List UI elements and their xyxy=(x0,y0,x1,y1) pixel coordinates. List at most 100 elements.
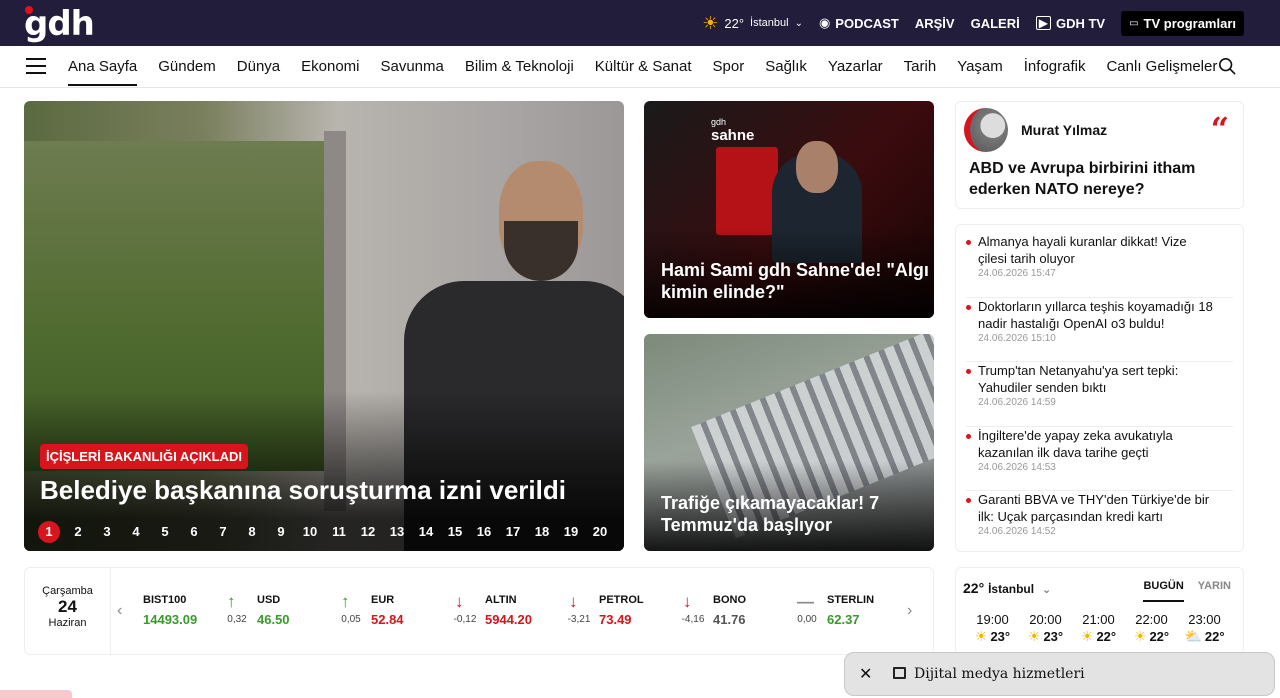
nav-item[interactable]: Tarih xyxy=(904,46,937,88)
pager-dot[interactable]: 12 xyxy=(357,521,379,543)
ticker-item[interactable]: BONO 41.76 — 0,00 xyxy=(713,592,827,632)
nav-item[interactable]: Savunma xyxy=(380,46,443,88)
pager-dot[interactable]: 1 xyxy=(38,521,60,543)
pager-dot[interactable]: 8 xyxy=(241,521,263,543)
arrow-flat-icon: — xyxy=(797,592,814,611)
news-card-sahne[interactable]: gdh sahne Hami Sami gdh Sahne'de! "Algı … xyxy=(644,101,934,318)
pager-dot[interactable]: 16 xyxy=(473,521,495,543)
gallery-link[interactable]: GALERİ xyxy=(971,16,1020,31)
ticker-change: -3,21 xyxy=(567,614,591,625)
ticker-item[interactable]: USD 46.50 ↑ 0,05 xyxy=(257,592,371,632)
ticker-value: 73.49 xyxy=(599,612,632,627)
nav-item[interactable]: Dünya xyxy=(237,46,280,88)
arrow-up-icon: ↑ xyxy=(341,592,350,611)
pager-dot[interactable]: 3 xyxy=(96,521,118,543)
nav-item[interactable]: Spor xyxy=(713,46,745,88)
ticker-item[interactable]: STERLIN 62.37 xyxy=(827,592,874,632)
pager-dot[interactable]: 13 xyxy=(386,521,408,543)
ticker-item[interactable]: BIST100 14493.09 ↑ 0,32 xyxy=(143,592,257,632)
chevron-left-icon[interactable]: ‹ xyxy=(117,602,122,620)
list-item[interactable]: Almanya hayali kuranlar dikkat! Vize çil… xyxy=(966,233,1233,298)
pager-dot[interactable]: 18 xyxy=(531,521,553,543)
tv-programs-button[interactable]: ▭ TV programları xyxy=(1121,10,1244,36)
ticker-label: ALTIN xyxy=(485,594,517,606)
menu-icon[interactable] xyxy=(26,58,46,74)
list-item[interactable]: Doktorların yıllarca teşhis koyamadığı 1… xyxy=(966,298,1233,362)
pager-dot[interactable]: 15 xyxy=(444,521,466,543)
ticker-list: BIST100 14493.09 ↑ 0,32 USD 46.50 ↑ 0,05 EUR 52.8… xyxy=(143,592,874,632)
nav-item[interactable]: Ana Sayfa xyxy=(68,46,138,88)
hour-forecast: 19:00 ☀ 23° xyxy=(966,612,1019,645)
news-title: Doktorların yıllarca teşhis koyamadığı 1… xyxy=(978,298,1213,331)
podcast-link[interactable]: ◉ PODCAST xyxy=(819,15,899,31)
hour-label: 20:00 xyxy=(1029,612,1062,627)
sun-icon: ☀ xyxy=(702,12,719,33)
tab-tomorrow[interactable]: YARIN xyxy=(1198,580,1231,602)
pager-dot[interactable]: 10 xyxy=(299,521,321,543)
hour-label: 19:00 xyxy=(976,612,1009,627)
nav-item[interactable]: Canlı Gelişmeler xyxy=(1106,46,1217,88)
podcast-icon: ◉ xyxy=(818,15,831,30)
avatar xyxy=(964,108,1008,152)
nav-item[interactable]: Kültür & Sanat xyxy=(595,46,692,88)
top-weather[interactable]: ☀ 22° İstanbul ⌄ xyxy=(702,13,803,34)
quote-icon: “ xyxy=(1210,110,1229,148)
author-column-card[interactable]: Murat Yılmaz “ ABD ve Avrupa birbirini i… xyxy=(955,101,1244,209)
news-card-traffic[interactable]: Trafiğe çıkamayacaklar! 7 Temmuz'da başl… xyxy=(644,334,934,551)
pager-dot[interactable]: 7 xyxy=(212,521,234,543)
hour-forecast: 21:00 ☀ 22° xyxy=(1072,612,1125,645)
nav-item[interactable]: Bilim & Teknoloji xyxy=(465,46,574,88)
nav-item[interactable]: Sağlık xyxy=(765,46,807,88)
list-item[interactable]: Trump'tan Netanyahu'ya sert tepki: Yahud… xyxy=(966,362,1233,427)
pager-dot[interactable]: 2 xyxy=(67,521,89,543)
hero-title[interactable]: Belediye başkanına soruşturma izni veril… xyxy=(40,475,566,506)
arrow-down-icon: ↓ xyxy=(569,592,578,611)
chevron-right-icon[interactable]: › xyxy=(907,602,912,620)
pager-dot[interactable]: 14 xyxy=(415,521,437,543)
pager-dot[interactable]: 11 xyxy=(328,521,350,543)
pager-dot[interactable]: 5 xyxy=(154,521,176,543)
gdh-tv-link[interactable]: ▶ GDH TV xyxy=(1035,16,1105,31)
ticker-change: 0,05 xyxy=(341,614,361,625)
tab-today[interactable]: BUGÜN xyxy=(1143,580,1184,602)
hero-pager: 1 2 3 4 5 6 7 8 9 10 11 12 13 14 15 16 17 18 19 20 xyxy=(38,521,611,543)
close-icon[interactable]: ✕ xyxy=(859,664,872,684)
nav-item[interactable]: Ekonomi xyxy=(301,46,359,88)
ticker-item[interactable]: EUR 52.84 ↓ -0,12 xyxy=(371,592,485,632)
pager-dot[interactable]: 4 xyxy=(125,521,147,543)
ticker-item[interactable]: PETROL 73.49 ↓ -4,16 xyxy=(599,592,713,632)
ticker-item[interactable]: ALTIN 5944.20 ↓ -3,21 xyxy=(485,592,599,632)
pager-dot[interactable]: 20 xyxy=(589,521,611,543)
nav-item[interactable]: İnfografik xyxy=(1024,46,1086,88)
nav-item[interactable]: Yazarlar xyxy=(828,46,883,88)
hour-temp-row: ☀ 23° xyxy=(1019,628,1072,645)
search-icon[interactable] xyxy=(1218,57,1236,75)
pager-dot[interactable]: 17 xyxy=(502,521,524,543)
hour-temp: 22° xyxy=(1096,629,1117,644)
news-title: Almanya hayali kuranlar dikkat! Vize çil… xyxy=(978,234,1187,266)
nav-item[interactable]: Yaşam xyxy=(957,46,1003,88)
site-logo[interactable]: gdh xyxy=(24,4,95,44)
list-item[interactable]: Garanti BBVA ve THY'den Türkiye'de bir i… xyxy=(966,491,1233,556)
news-time: 24.06.2026 14:53 xyxy=(978,461,1056,473)
ticker-change: 0,32 xyxy=(227,614,247,625)
arrow-up-icon: ↑ xyxy=(227,592,236,611)
archive-link[interactable]: ARŞİV xyxy=(915,16,955,31)
hero-slider[interactable]: İÇİŞLERİ BAKANLIĞI AÇIKLADI Belediye baş… xyxy=(24,101,624,551)
list-item[interactable]: İngiltere'de yapay zeka avukatıyla kazan… xyxy=(966,427,1233,491)
ticker-value: 62.37 xyxy=(827,612,860,627)
pager-dot[interactable]: 19 xyxy=(560,521,582,543)
digital-services-banner[interactable]: ✕ Dijital medya hizmetleri xyxy=(844,652,1275,696)
hour-temp-row: ⛅ 22° xyxy=(1178,628,1231,645)
weather-header[interactable]: 22° İstanbul ⌄ xyxy=(963,580,1051,596)
ticker-label: BONO xyxy=(713,594,746,606)
top-weather-city: İstanbul xyxy=(750,17,789,29)
pager-dot[interactable]: 9 xyxy=(270,521,292,543)
nav-item[interactable]: Gündem xyxy=(158,46,216,88)
top-bar: gdh ☀ 22° İstanbul ⌄ ◉ PODCAST ARŞİV GAL… xyxy=(0,0,1280,46)
date-day: Çarşamba xyxy=(42,585,93,597)
hour-forecast: 23:00 ⛅ 22° xyxy=(1178,612,1231,645)
date-number: 24 xyxy=(58,597,77,616)
pager-dot[interactable]: 6 xyxy=(183,521,205,543)
digital-services-label: Dijital medya hizmetleri xyxy=(914,666,1085,682)
